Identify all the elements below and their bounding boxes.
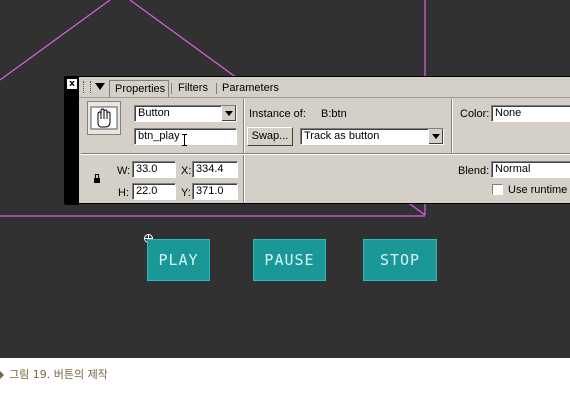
y-label: Y:	[181, 187, 191, 199]
text-cursor-icon	[182, 134, 187, 146]
stage-play-button[interactable]: PLAY	[147, 239, 210, 281]
tab-parameters[interactable]: Parameters	[217, 80, 287, 97]
divider	[81, 153, 570, 155]
height-input[interactable]: 22.0	[132, 183, 176, 200]
symbol-type-select[interactable]: Button	[134, 105, 237, 122]
symbol-type-value: Button	[138, 107, 170, 119]
caption-arrow-icon	[0, 371, 4, 379]
blend-select[interactable]: Normal	[491, 161, 570, 178]
width-value: 33.0	[136, 163, 158, 175]
runtime-bitmap-checkbox[interactable]	[492, 184, 503, 195]
blend-label: Blend:	[458, 165, 490, 177]
track-as-select[interactable]: Track as button	[300, 128, 444, 145]
y-input[interactable]: 371.0	[192, 183, 238, 200]
button-symbol-icon	[87, 101, 121, 135]
panel-menu-icon[interactable]	[95, 83, 105, 90]
lock-icon[interactable]	[94, 174, 100, 183]
instance-of-label: Instance of:	[249, 108, 306, 120]
panel-sidebar-strip	[65, 77, 79, 205]
tab-filters[interactable]: Filters	[173, 80, 213, 97]
caption-text: 그림 19. 버튼의 제작	[9, 368, 108, 381]
properties-panel: x Properties Filters Parameters Button b…	[64, 76, 570, 205]
width-input[interactable]: 33.0	[132, 161, 176, 178]
y-value: 371.0	[196, 185, 224, 197]
height-value: 22.0	[136, 185, 158, 197]
stage-pause-button[interactable]: PAUSE	[253, 239, 326, 281]
divider	[243, 99, 245, 203]
x-label: X:	[181, 165, 192, 177]
runtime-bitmap-label: Use runtime b	[508, 184, 570, 196]
figure-caption: 그림 19. 버튼의 제작	[0, 366, 108, 382]
tab-properties[interactable]: Properties	[109, 80, 169, 97]
instance-name-value: btn_play	[138, 130, 180, 142]
color-select[interactable]: None	[491, 105, 570, 122]
x-value: 334.4	[196, 163, 224, 175]
tab-separator	[171, 83, 172, 94]
swap-button[interactable]: Swap...	[247, 127, 293, 146]
instance-of-value: B:btn	[321, 108, 347, 120]
color-value: None	[495, 107, 522, 119]
width-label: W:	[117, 165, 131, 177]
color-label: Color:	[460, 108, 490, 120]
stage-canvas[interactable]: PLAY PAUSE STOP x Properties Filters Par…	[0, 0, 570, 358]
close-icon[interactable]: x	[67, 79, 77, 89]
chevron-down-icon[interactable]	[221, 106, 236, 121]
x-input[interactable]: 334.4	[192, 161, 238, 178]
divider	[451, 99, 453, 155]
blend-value: Normal	[495, 163, 531, 175]
track-as-value: Track as button	[304, 130, 380, 142]
height-label: H:	[118, 187, 129, 199]
grip-handle-icon[interactable]	[83, 81, 91, 93]
stage-stop-button[interactable]: STOP	[363, 239, 437, 281]
chevron-down-icon[interactable]	[428, 129, 443, 144]
